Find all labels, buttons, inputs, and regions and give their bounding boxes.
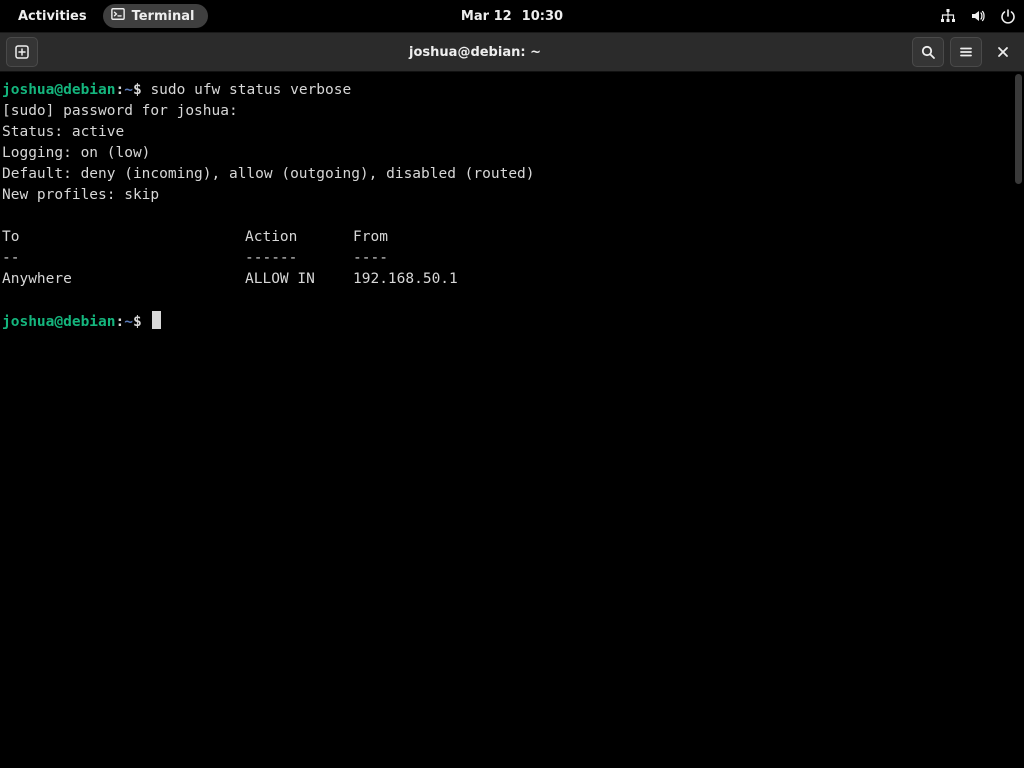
window-close-button[interactable] — [988, 37, 1018, 67]
active-app-label: Terminal — [132, 9, 195, 24]
terminal-output[interactable]: joshua@debian:~$ sudo ufw status verbose… — [0, 72, 1013, 768]
system-tray — [940, 8, 1016, 24]
rules-header-sep: ------ — [245, 248, 353, 269]
search-button[interactable] — [912, 37, 944, 67]
prompt-path: ~ — [124, 314, 133, 330]
network-icon[interactable] — [940, 8, 956, 24]
rules-header-action: Action — [245, 227, 353, 248]
window-titlebar: joshua@debian: ~ — [0, 32, 1024, 72]
gnome-top-panel: Activities Terminal Mar 12 10:30 — [0, 0, 1024, 32]
rule-to: Anywhere — [2, 269, 245, 290]
rule-from: 192.168.50.1 — [353, 269, 458, 290]
terminal-scrollbar[interactable] — [1013, 72, 1024, 768]
rules-header-to: To — [2, 227, 245, 248]
output-line: Logging: on (low) — [2, 145, 150, 161]
panel-date: Mar 12 — [461, 9, 512, 24]
rules-header-sep: ---- — [353, 248, 388, 269]
prompt-user-host: joshua@debian — [2, 82, 116, 98]
output-line: [sudo] password for joshua: — [2, 103, 238, 119]
prompt-user-host: joshua@debian — [2, 314, 116, 330]
command-text: sudo ufw status verbose — [150, 82, 351, 98]
terminal-icon — [111, 7, 125, 25]
prompt-dollar: $ — [133, 314, 142, 330]
prompt-dollar: $ — [133, 82, 142, 98]
clock-button[interactable]: Mar 12 10:30 — [461, 9, 563, 24]
prompt-colon: : — [116, 314, 125, 330]
prompt-path: ~ — [124, 82, 133, 98]
active-app-pill[interactable]: Terminal — [103, 4, 209, 28]
rule-action: ALLOW IN — [245, 269, 353, 290]
output-line: Default: deny (incoming), allow (outgoin… — [2, 166, 535, 182]
new-tab-button[interactable] — [6, 37, 38, 67]
terminal-cursor — [152, 311, 161, 329]
prompt-colon: : — [116, 82, 125, 98]
rules-header-sep: -- — [2, 248, 245, 269]
rules-header-from: From — [353, 227, 388, 248]
panel-time: 10:30 — [522, 9, 563, 24]
window-title: joshua@debian: ~ — [38, 45, 912, 60]
volume-icon[interactable] — [970, 8, 986, 24]
output-line: Status: active — [2, 124, 124, 140]
terminal-viewport: joshua@debian:~$ sudo ufw status verbose… — [0, 72, 1024, 768]
scrollbar-thumb[interactable] — [1015, 74, 1022, 184]
activities-button[interactable]: Activities — [8, 5, 97, 28]
hamburger-menu-button[interactable] — [950, 37, 982, 67]
output-line: New profiles: skip — [2, 187, 159, 203]
power-icon[interactable] — [1000, 8, 1016, 24]
